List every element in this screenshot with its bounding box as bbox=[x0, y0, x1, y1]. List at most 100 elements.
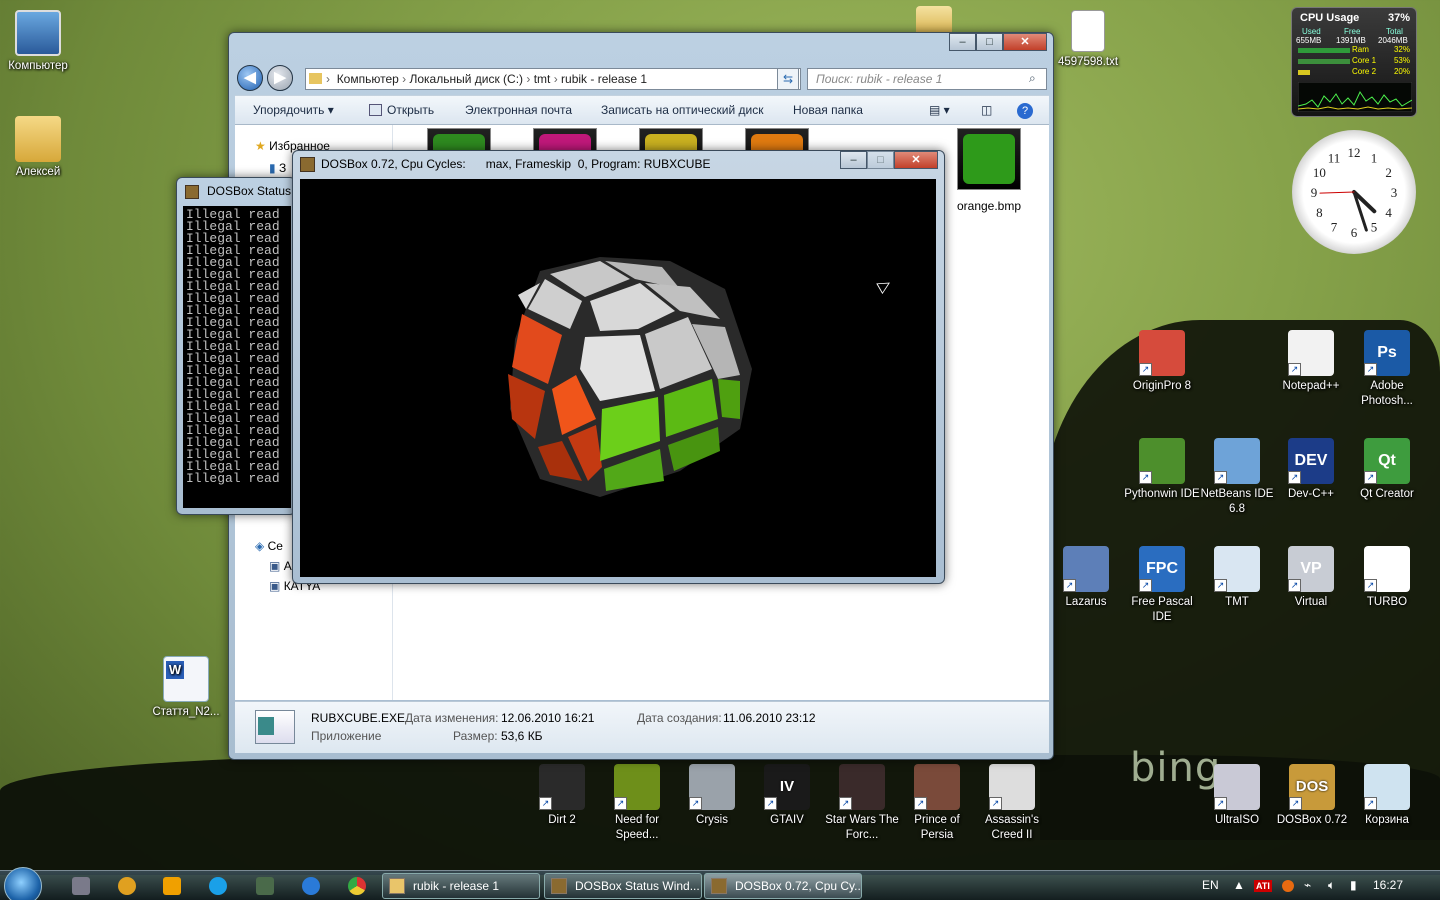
computer-icon bbox=[15, 10, 61, 56]
breadcrumb-separator-icon: › bbox=[326, 72, 334, 86]
app-icon: ↗ bbox=[1288, 330, 1334, 376]
new-folder-button[interactable]: Новая папка bbox=[793, 103, 863, 117]
desktop-icon-turbo[interactable]: ↗ TURBO bbox=[1349, 546, 1425, 610]
cpu-title: CPU Usage bbox=[1300, 12, 1360, 24]
address-bar[interactable]: › Компьютер › Локальный диск (C:) › tmt … bbox=[305, 68, 801, 90]
desktop-icon-crysis[interactable]: ↗ Crysis bbox=[674, 764, 750, 828]
desktop-icon-notepad[interactable]: ↗ Notepad++ bbox=[1273, 330, 1349, 394]
desktop-icon-dev-c[interactable]: DEV ↗ Dev-C++ bbox=[1273, 438, 1349, 502]
open-button[interactable]: Открыть bbox=[369, 103, 434, 117]
minimize-button[interactable]: – bbox=[840, 151, 867, 169]
shortcut-arrow-icon: ↗ bbox=[1214, 797, 1227, 810]
desktop-icon-virtual[interactable]: VP ↗ Virtual bbox=[1273, 546, 1349, 610]
breadcrumb-tmt[interactable]: tmt bbox=[534, 72, 551, 86]
network-tray-icon[interactable]: ▮ bbox=[1350, 878, 1357, 892]
status-window-title: DOSBox Status bbox=[207, 184, 292, 198]
file-thumbnail[interactable] bbox=[957, 128, 1021, 190]
quicklaunch-app-icon[interactable] bbox=[118, 877, 136, 895]
refresh-button[interactable]: ⇆ bbox=[777, 68, 799, 90]
organize-menu[interactable]: Упорядочить ▾ bbox=[253, 103, 334, 117]
breadcrumb-disk[interactable]: Локальный диск (C:) bbox=[409, 72, 523, 86]
desktop-icon-lazarus[interactable]: ↗ Lazarus bbox=[1048, 546, 1124, 610]
dosbox-status-window[interactable]: DOSBox Status Illegal read Illegal read Il… bbox=[176, 177, 296, 515]
details-size: 53,6 КБ bbox=[501, 729, 543, 743]
shortcut-arrow-icon: ↗ bbox=[1288, 579, 1301, 592]
maximize-button[interactable]: □ bbox=[867, 151, 894, 169]
close-button[interactable]: ✕ bbox=[894, 151, 938, 169]
desktop-icon-gtaiv[interactable]: IV ↗ GTAIV bbox=[749, 764, 825, 828]
burn-button[interactable]: Записать на оптический диск bbox=[601, 103, 764, 117]
desktop-icon-dosbox-0-72[interactable]: DOS ↗ DOSBox 0.72 bbox=[1274, 764, 1350, 828]
clock-numeral: 5 bbox=[1371, 220, 1378, 235]
shortcut-arrow-icon: ↗ bbox=[839, 797, 852, 810]
desktop-icon-adobe-photosh[interactable]: Ps ↗ Adobe Photosh... bbox=[1349, 330, 1425, 409]
email-button[interactable]: Электронная почта bbox=[465, 103, 572, 117]
views-icon[interactable]: ▤ ▾ bbox=[929, 103, 950, 117]
breadcrumb-current[interactable]: rubik - release 1 bbox=[561, 72, 647, 86]
forward-button[interactable]: ▶ bbox=[267, 65, 293, 91]
dosbox-main-window[interactable]: DOSBox 0.72, Cpu Cycles: max, Frameskip … bbox=[292, 150, 945, 584]
search-icon[interactable]: ⌕ bbox=[1029, 71, 1036, 86]
maximize-button[interactable]: □ bbox=[976, 33, 1003, 51]
tray-expand-icon[interactable]: ▲ bbox=[1233, 878, 1245, 892]
desktop-icon-need-for-speed[interactable]: ↗ Need for Speed... bbox=[599, 764, 675, 843]
start-button[interactable] bbox=[4, 867, 42, 900]
desktop-icon-star-wars-the-forc[interactable]: ↗ Star Wars The Forc... bbox=[824, 764, 900, 843]
back-button[interactable]: ◀ bbox=[237, 65, 263, 91]
desktop-icon-free-pascal-ide[interactable]: FPC ↗ Free Pascal IDE bbox=[1124, 546, 1200, 625]
safe-remove-tray-icon[interactable]: ⌁ bbox=[1304, 878, 1311, 892]
folder-icon bbox=[309, 73, 322, 84]
clock-second-hand bbox=[1319, 191, 1355, 194]
quicklaunch-ie-icon[interactable] bbox=[302, 877, 320, 895]
favorites-subitem[interactable]: ▮ З bbox=[269, 161, 286, 175]
app-icon: VP ↗ bbox=[1288, 546, 1334, 592]
desktop-icon-prince-of-persia[interactable]: ↗ Prince of Persia bbox=[899, 764, 975, 843]
desktop-icon-dirt-2[interactable]: ↗ Dirt 2 bbox=[524, 764, 600, 828]
quicklaunch-skype-icon[interactable] bbox=[209, 877, 227, 895]
app-icon: IV ↗ bbox=[764, 764, 810, 810]
close-button[interactable]: ✕ bbox=[1003, 33, 1047, 51]
minimize-button[interactable]: – bbox=[949, 33, 976, 51]
desktop-icon-[interactable]: ↗ Корзина bbox=[1349, 764, 1425, 828]
shortcut-arrow-icon: ↗ bbox=[614, 797, 627, 810]
dosbox-screen[interactable]: ▷ bbox=[300, 179, 936, 577]
analog-clock-gadget[interactable]: 12 1 2 3 4 5 6 7 8 9 10 11 bbox=[1292, 130, 1416, 254]
dosbox-window-buttons: – □ ✕ bbox=[840, 151, 938, 169]
details-created: 11.06.2010 23:12 bbox=[723, 711, 816, 725]
cpu-usage-gadget[interactable]: CPU Usage 37% Used Free Total 655MB 1391… bbox=[1291, 7, 1417, 117]
app-icon: ↗ bbox=[1214, 438, 1260, 484]
update-tray-icon[interactable] bbox=[1282, 880, 1294, 892]
desktop-icon-word-doc[interactable]: W Стаття_N2... bbox=[148, 656, 224, 720]
details-size-label: Размер: bbox=[453, 729, 498, 743]
desktop-icon-assassin-s-creed-ii[interactable]: ↗ Assassin's Creed II bbox=[974, 764, 1050, 843]
desktop-icon-computer[interactable]: Компьютер bbox=[0, 10, 76, 74]
ati-tray-icon[interactable]: ATI bbox=[1254, 880, 1272, 892]
desktop-icon-txt-file[interactable]: 4597598.txt bbox=[1050, 10, 1126, 70]
taskbar-task-button[interactable]: rubik - release 1 bbox=[382, 873, 540, 899]
network-item[interactable]: ◈ Се bbox=[255, 539, 283, 553]
desktop-icon-ultraiso[interactable]: ↗ UltraISO bbox=[1199, 764, 1275, 828]
desktop-icon-tmt[interactable]: ↗ TMT bbox=[1199, 546, 1275, 610]
quicklaunch-calc-icon[interactable] bbox=[72, 877, 90, 895]
desktop-icon-netbeans-ide-6-8[interactable]: ↗ NetBeans IDE 6.8 bbox=[1199, 438, 1275, 517]
shortcut-arrow-icon: ↗ bbox=[1214, 471, 1227, 484]
quicklaunch-tool-icon[interactable] bbox=[256, 877, 274, 895]
desktop-icon-pythonwin-ide[interactable]: ↗ Pythonwin IDE bbox=[1124, 438, 1200, 502]
desktop-icon-user-folder[interactable]: Алексей bbox=[0, 116, 76, 180]
quicklaunch-chrome-icon[interactable] bbox=[348, 877, 366, 895]
computer-icon: ▣ bbox=[269, 559, 281, 573]
app-icon: ↗ bbox=[1364, 546, 1410, 592]
taskbar-task-button[interactable]: DOSBox 0.72, Cpu Cy... bbox=[704, 873, 862, 899]
volume-tray-icon[interactable]: 🔈︎ bbox=[1328, 878, 1335, 893]
clock-time[interactable]: 16:27 bbox=[1373, 878, 1403, 892]
search-input[interactable]: Поиск: rubik - release 1 bbox=[807, 68, 1047, 90]
desktop-icon-qt-creator[interactable]: Qt ↗ Qt Creator bbox=[1349, 438, 1425, 502]
network-computer-1[interactable]: ▣ А bbox=[269, 559, 292, 573]
desktop-icon-originpro-8[interactable]: ↗ OriginPro 8 bbox=[1124, 330, 1200, 394]
help-icon[interactable]: ? bbox=[1017, 103, 1033, 119]
taskbar-task-button[interactable]: DOSBox Status Wind... bbox=[544, 873, 702, 899]
breadcrumb-computer[interactable]: Компьютер bbox=[337, 72, 399, 86]
language-indicator[interactable]: EN bbox=[1202, 878, 1219, 892]
quicklaunch-media-player-icon[interactable] bbox=[163, 877, 181, 895]
preview-pane-icon[interactable]: ◫ bbox=[981, 103, 992, 117]
